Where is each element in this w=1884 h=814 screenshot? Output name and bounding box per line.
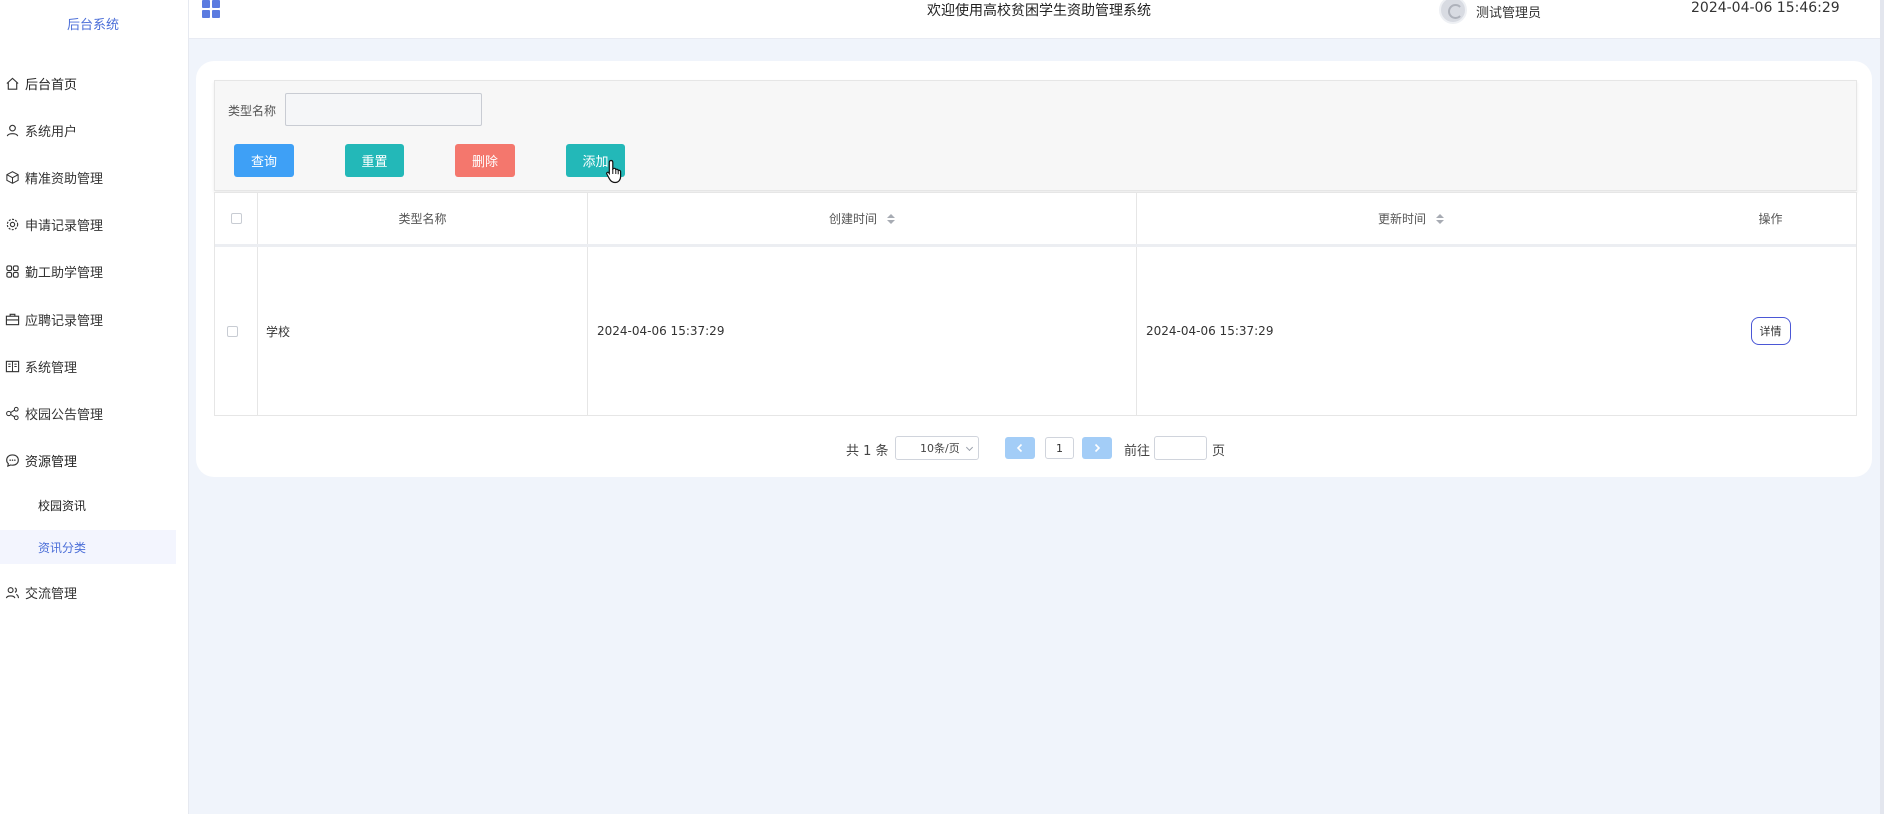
page-scrollbar[interactable] bbox=[1880, 0, 1884, 814]
query-button[interactable]: 查询 bbox=[234, 144, 294, 177]
type-name-input[interactable] bbox=[285, 93, 482, 126]
search-label: 类型名称 bbox=[228, 104, 277, 118]
chevron-left-icon bbox=[1016, 443, 1023, 453]
cube-icon bbox=[3, 168, 21, 186]
top-bar: 欢迎使用高校贫困学生资助管理系统 测试管理员 2024-04-06 15:46:… bbox=[189, 0, 1884, 39]
row-select-cell bbox=[215, 247, 245, 415]
page-size-select[interactable]: 10条/页 bbox=[895, 436, 979, 460]
next-page-button[interactable] bbox=[1082, 437, 1112, 459]
sidebar-item-workstudy[interactable]: 勤工助学管理 bbox=[0, 254, 186, 288]
sidebar-item-label: 系统管理 bbox=[25, 360, 78, 376]
users-icon bbox=[3, 583, 21, 601]
column-header-updated[interactable]: 更新时间 bbox=[1137, 193, 1685, 244]
sidebar-subitem-label: 校园资讯 bbox=[38, 498, 87, 513]
sidebar-item-label: 校园公告管理 bbox=[25, 407, 104, 423]
prev-page-button[interactable] bbox=[1005, 437, 1035, 459]
row-checkbox[interactable] bbox=[226, 325, 238, 337]
column-header-actions: 操作 bbox=[1758, 212, 1783, 226]
sidebar-item-aid[interactable]: 精准资助管理 bbox=[0, 160, 186, 194]
sidebar-item-recruitment[interactable]: 应聘记录管理 bbox=[0, 302, 186, 336]
goto-label: 前往 bbox=[1124, 444, 1151, 459]
sidebar-item-exchange[interactable]: 交流管理 bbox=[0, 575, 186, 609]
avatar[interactable] bbox=[1439, 0, 1467, 24]
home-icon bbox=[3, 74, 21, 92]
cell-created-time: 2024-04-06 15:37:29 bbox=[597, 324, 725, 338]
sidebar-item-label: 申请记录管理 bbox=[25, 218, 104, 234]
delete-button[interactable]: 删除 bbox=[455, 144, 515, 177]
share-icon bbox=[3, 404, 21, 422]
sidebar-subitem-label: 资讯分类 bbox=[38, 540, 87, 555]
sort-icon[interactable] bbox=[1436, 213, 1444, 224]
welcome-title: 欢迎使用高校贫困学生资助管理系统 bbox=[927, 3, 1151, 19]
sidebar-item-resources[interactable]: 资源管理 bbox=[0, 443, 186, 477]
book-icon bbox=[3, 357, 21, 375]
brand-title: 后台系统 bbox=[66, 18, 119, 33]
pagination-total: 共 1 条 bbox=[846, 444, 889, 459]
detail-button[interactable]: 详情 bbox=[1750, 317, 1791, 345]
column-header-created[interactable]: 创建时间 bbox=[588, 193, 1136, 244]
sidebar-subitem-news-category[interactable]: 资讯分类 bbox=[0, 530, 176, 564]
sidebar-item-users[interactable]: 系统用户 bbox=[0, 113, 186, 147]
select-all-cell bbox=[215, 193, 257, 244]
user-icon bbox=[3, 121, 21, 139]
sidebar-item-label: 勤工助学管理 bbox=[25, 265, 104, 281]
cell-updated-time: 2024-04-06 15:37:29 bbox=[1146, 324, 1274, 338]
column-header-name: 类型名称 bbox=[398, 212, 447, 226]
page-unit-label: 页 bbox=[1212, 444, 1226, 459]
sidebar-item-announcements[interactable]: 校园公告管理 bbox=[0, 396, 186, 430]
gear-icon bbox=[3, 215, 21, 233]
goto-page-input[interactable] bbox=[1154, 436, 1207, 460]
sidebar-subitem-campus-news[interactable]: 校园资讯 bbox=[0, 488, 176, 522]
briefcase-icon bbox=[3, 310, 21, 328]
chat-icon bbox=[3, 451, 21, 469]
sidebar-item-label: 应聘记录管理 bbox=[25, 313, 104, 329]
sidebar-item-applications[interactable]: 申请记录管理 bbox=[0, 207, 186, 241]
apps-icon bbox=[3, 262, 21, 280]
sidebar-item-label: 精准资助管理 bbox=[25, 171, 104, 187]
sort-icon[interactable] bbox=[887, 213, 895, 224]
sidebar-item-home[interactable]: 后台首页 bbox=[0, 66, 186, 100]
sidebar-item-label: 后台首页 bbox=[25, 77, 78, 93]
cell-type-name: 学校 bbox=[266, 324, 291, 339]
reset-button[interactable]: 重置 bbox=[345, 144, 404, 177]
current-datetime: 2024-04-06 15:46:29 bbox=[1691, 0, 1840, 16]
sidebar-item-label: 资源管理 bbox=[25, 454, 78, 470]
username[interactable]: 测试管理员 bbox=[1476, 2, 1541, 21]
page-number-button[interactable]: 1 bbox=[1045, 437, 1074, 459]
chevron-down-icon bbox=[965, 443, 974, 452]
sidebar-item-label: 系统用户 bbox=[25, 124, 78, 140]
select-all-checkbox[interactable] bbox=[230, 213, 242, 224]
cell-actions: 详情 bbox=[1685, 247, 1856, 415]
sidebar: 后台系统 后台首页 系统用户 精准资助管理 申请记录管理 勤工助学管理 应聘记录… bbox=[0, 0, 189, 814]
data-table: 类型名称 创建时间 更新时间 操作 学校 2024-04-06 15:37:29… bbox=[214, 192, 1857, 416]
sidebar-item-label: 交流管理 bbox=[25, 586, 78, 602]
hand-cursor-icon bbox=[606, 159, 622, 184]
menu-grid-icon[interactable] bbox=[202, 0, 220, 18]
sidebar-item-system[interactable]: 系统管理 bbox=[0, 349, 186, 383]
chevron-right-icon bbox=[1094, 443, 1101, 453]
